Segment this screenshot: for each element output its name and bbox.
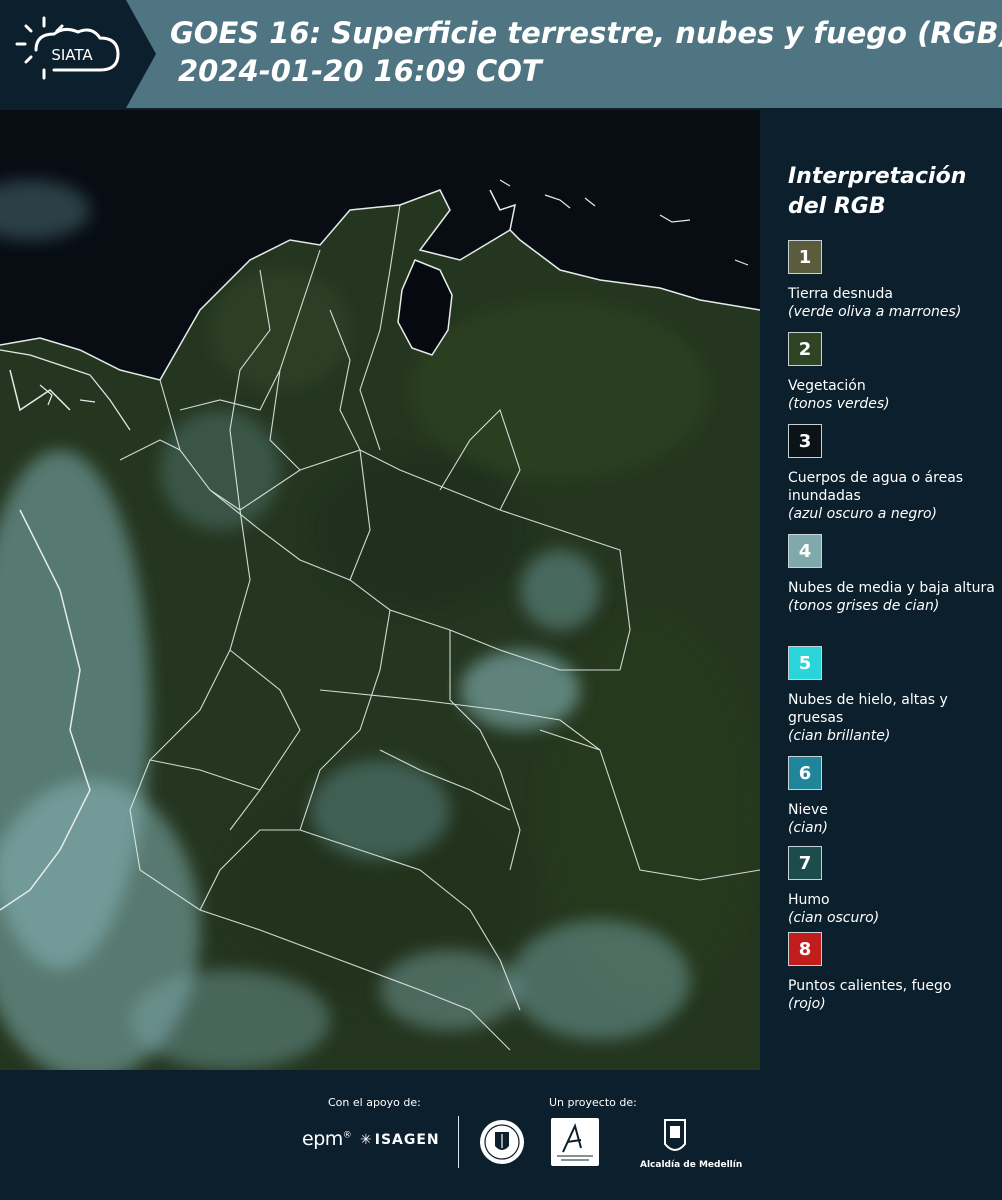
legend-item-note: (verde oliva a marrones): [788, 304, 962, 320]
legend-swatch: 7: [788, 846, 822, 880]
legend-swatch: 1: [788, 240, 822, 274]
legend-item-label: Humo (cian oscuro): [788, 891, 1000, 927]
university-seal-icon: [480, 1120, 524, 1164]
footer-divider: [458, 1116, 459, 1168]
legend-item: 6 Nieve (cian): [788, 756, 1000, 837]
legend-swatch: 5: [788, 646, 822, 680]
legend-item-description: Humo: [788, 892, 830, 908]
legend-swatch: 2: [788, 332, 822, 366]
legend-item-description: Nubes de hielo, altas y gruesas: [788, 692, 948, 726]
legend-item-label: Nubes de hielo, altas y gruesas (cian bri…: [788, 691, 1000, 745]
legend-item-note: (cian oscuro): [788, 910, 880, 926]
isagen-star-icon: ✳: [360, 1132, 373, 1148]
legend-swatch: 6: [788, 756, 822, 790]
legend-item-label: Nieve (cian): [788, 801, 1000, 837]
legend-item-note: (cian brillante): [788, 728, 891, 744]
alcaldia-logo: Alcaldía de Medellín: [640, 1118, 742, 1178]
legend-swatch: 3: [788, 424, 822, 458]
legend-item-note: (rojo): [788, 996, 826, 1012]
epm-logo: epm®: [302, 1128, 352, 1150]
legend-swatch: 4: [788, 534, 822, 568]
legend-item-label: Tierra desnuda (verde oliva a marrones): [788, 285, 1000, 321]
legend-item-note: (azul oscuro a negro): [788, 506, 937, 522]
legend-swatch: 8: [788, 932, 822, 966]
legend-item-note: (tonos grises de cian): [788, 598, 940, 614]
legend-item: 5 Nubes de hielo, altas y gruesas (cian br…: [788, 646, 1000, 745]
svg-text:SIATA: SIATA: [51, 46, 93, 64]
legend-item-label: Puntos calientes, fuego (rojo): [788, 977, 1000, 1013]
legend-item-description: Nieve: [788, 802, 828, 818]
title-timestamp: 2024-01-20 16:09 COT: [178, 54, 542, 88]
project-label: Un proyecto de:: [549, 1096, 637, 1109]
satellite-map[interactable]: [0, 110, 760, 1070]
legend-item-description: Nubes de media y baja altura: [788, 580, 995, 596]
legend-item: 4 Nubes de media y baja altura (tonos gris…: [788, 534, 1000, 615]
legend-item-note: (cian): [788, 820, 828, 836]
page-title: GOES 16: Superficie terrestre, nubes y f…: [170, 14, 1002, 90]
header: SIATA GOES 16: Superficie terrestre, nub…: [0, 0, 1002, 108]
coat-of-arms-icon: [664, 1119, 686, 1151]
legend-item: 7 Humo (cian oscuro): [788, 846, 1000, 927]
legend-item: 8 Puntos calientes, fuego (rojo): [788, 932, 1000, 1013]
legend-item-description: Puntos calientes, fuego: [788, 978, 952, 994]
title-product: GOES 16: Superficie terrestre, nubes y f…: [170, 16, 1002, 50]
legend-item-note: (tonos verdes): [788, 396, 890, 412]
legend-item-description: Cuerpos de agua o áreas inundadas: [788, 470, 964, 504]
area-metropolitana-logo: [551, 1118, 599, 1166]
legend-item-label: Nubes de media y baja altura (tonos grise…: [788, 579, 1000, 615]
legend-item-label: Vegetación (tonos verdes): [788, 377, 1000, 413]
support-label: Con el apoyo de:: [328, 1096, 421, 1109]
legend-item-label: Cuerpos de agua o áreas inundadas (azul o…: [788, 469, 1000, 523]
legend-item: 1 Tierra desnuda (verde oliva a marrones): [788, 240, 1000, 321]
legend-item: 3 Cuerpos de agua o áreas inundadas (azul …: [788, 424, 1000, 523]
isagen-logo: ✳ ISAGEN: [360, 1132, 440, 1148]
legend-item-description: Tierra desnuda: [788, 286, 893, 302]
legend-title: Interpretación del RGB: [788, 164, 967, 219]
siata-logo: SIATA: [0, 0, 156, 108]
footer: Con el apoyo de: epm® ✳ ISAGEN Un proyect…: [0, 1070, 1002, 1200]
legend-panel: Interpretación del RGB 1 Tierra desnuda (v…: [760, 110, 1002, 1070]
legend-item: 2 Vegetación (tonos verdes): [788, 332, 1000, 413]
legend-item-description: Vegetación: [788, 378, 866, 394]
